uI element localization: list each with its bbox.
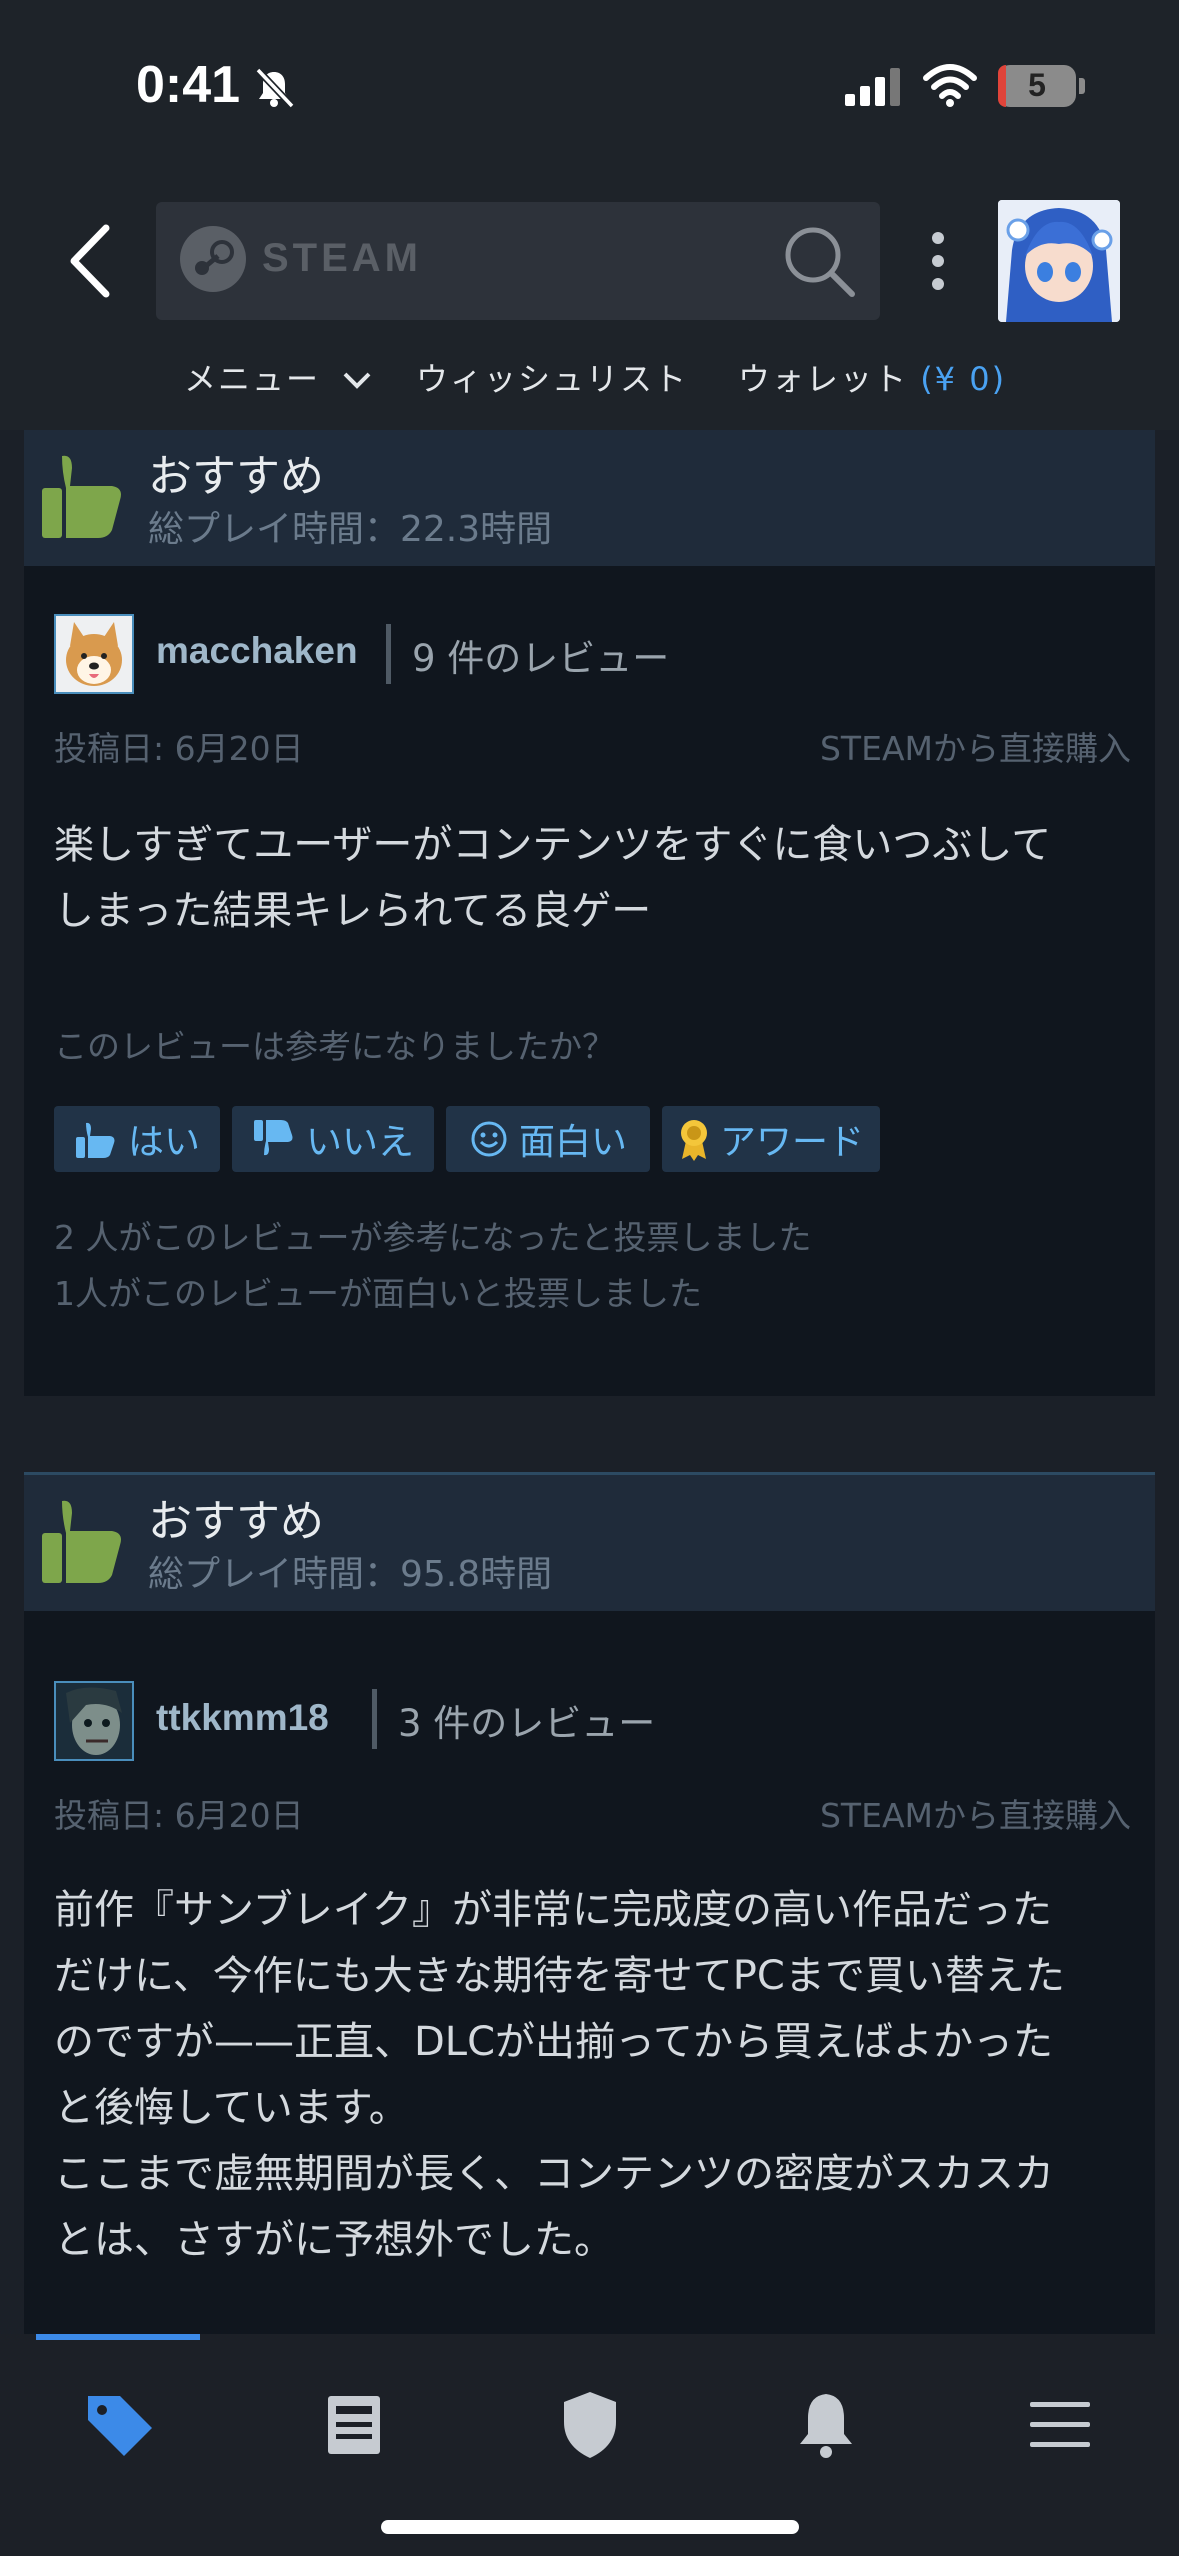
reviewer-name[interactable]: ttkkmm18 [156, 1697, 329, 1739]
separator [372, 1689, 377, 1749]
user-avatar[interactable] [998, 200, 1120, 322]
review-body: 前作『サンブレイク』が非常に完成度の高い作品だった だけに、今作にも大きな期待を… [54, 1887, 1065, 2263]
battery-nub [1079, 78, 1085, 94]
search-icon[interactable] [782, 224, 856, 298]
helpful-vote-count: 2 人がこのレビューが参考になったと投票しました [54, 1218, 812, 1257]
shield-icon[interactable] [550, 2390, 630, 2460]
review-count[interactable]: 9 件のレビュー [412, 628, 669, 682]
vote-yes-button[interactable]: はい [54, 1106, 220, 1172]
chevron-down-icon [343, 372, 371, 389]
separator [386, 624, 391, 684]
reviewer-avatar[interactable] [54, 614, 134, 694]
review-count[interactable]: 3 件のレビュー [398, 1693, 655, 1747]
mute-bell-icon [255, 67, 295, 109]
nav-menu[interactable]: メニュー [184, 354, 372, 400]
review-card: おすすめ 総プレイ時間：95.8時間 ttkkmm18 3 件のレビュー 投稿日… [24, 1472, 1155, 2337]
review-body: 楽しすぎてユーザーがコンテンツをすぐに食いつぶして しまった結果キレられてる良ゲ… [54, 822, 1052, 934]
recommendation-label: おすすめ [148, 451, 324, 502]
back-icon[interactable] [62, 222, 122, 300]
steam-logo-icon [180, 226, 246, 292]
vote-summary: 2 人がこのレビューが参考になったと投票しました 1人がこのレビューが面白いと投… [54, 1210, 812, 1322]
vote-no-button[interactable]: いいえ [232, 1106, 434, 1172]
smiley-icon [471, 1121, 507, 1157]
award-icon [680, 1120, 707, 1161]
wallet-balance: (¥ 0) [920, 360, 1007, 398]
more-icon[interactable] [918, 228, 958, 294]
purchase-source: STEAMから直接購入 [819, 729, 1131, 768]
thumbs-up-icon [75, 1122, 115, 1158]
funny-vote-count: 1人がこのレビューが面白いと投票しました [54, 1274, 702, 1313]
thumbs-down-icon [253, 1120, 293, 1156]
vote-funny-button[interactable]: 面白い [446, 1106, 650, 1172]
review-header: おすすめ 総プレイ時間：95.8時間 [24, 1475, 1155, 1611]
signal-icon [845, 68, 900, 106]
thumbs-up-icon [42, 1500, 121, 1583]
recommendation-label: おすすめ [148, 1496, 324, 1547]
purchase-source: STEAMから直接購入 [819, 1796, 1131, 1835]
bell-icon[interactable] [786, 2390, 866, 2460]
status-time: 0:41 [136, 56, 241, 114]
wifi-icon [923, 64, 977, 107]
search-brand-label: STEAM [262, 236, 422, 280]
nav-wallet[interactable]: ウォレット (¥ 0) [738, 354, 1006, 400]
review-header: おすすめ 総プレイ時間：22.3時間 [24, 430, 1155, 566]
review-card: おすすめ 総プレイ時間：22.3時間 macchaken 9 件のレビュー 投稿… [24, 430, 1155, 1396]
playtime-label: 総プレイ時間：95.8時間 [148, 1554, 553, 1595]
hamburger-icon[interactable] [1020, 2390, 1100, 2460]
playtime-label: 総プレイ時間：22.3時間 [148, 509, 553, 550]
nav-wishlist[interactable]: ウィッシュリスト [416, 354, 688, 400]
posted-date: 投稿日: 6月20日 [54, 1796, 304, 1835]
news-icon[interactable] [314, 2390, 394, 2460]
battery-indicator: 5 [998, 65, 1076, 107]
battery-level: 5 [1028, 67, 1046, 103]
helpful-question: このレビューは参考になりましたか？ [54, 1027, 615, 1066]
thumbs-up-icon [42, 455, 121, 538]
reviewer-name[interactable]: macchaken [156, 630, 358, 672]
award-button[interactable]: アワード [662, 1106, 880, 1172]
active-tab-indicator [36, 2334, 200, 2340]
home-indicator [381, 2520, 799, 2534]
reviewer-avatar[interactable] [54, 1681, 134, 1761]
tag-icon[interactable] [78, 2390, 158, 2460]
posted-date: 投稿日: 6月20日 [54, 729, 304, 768]
